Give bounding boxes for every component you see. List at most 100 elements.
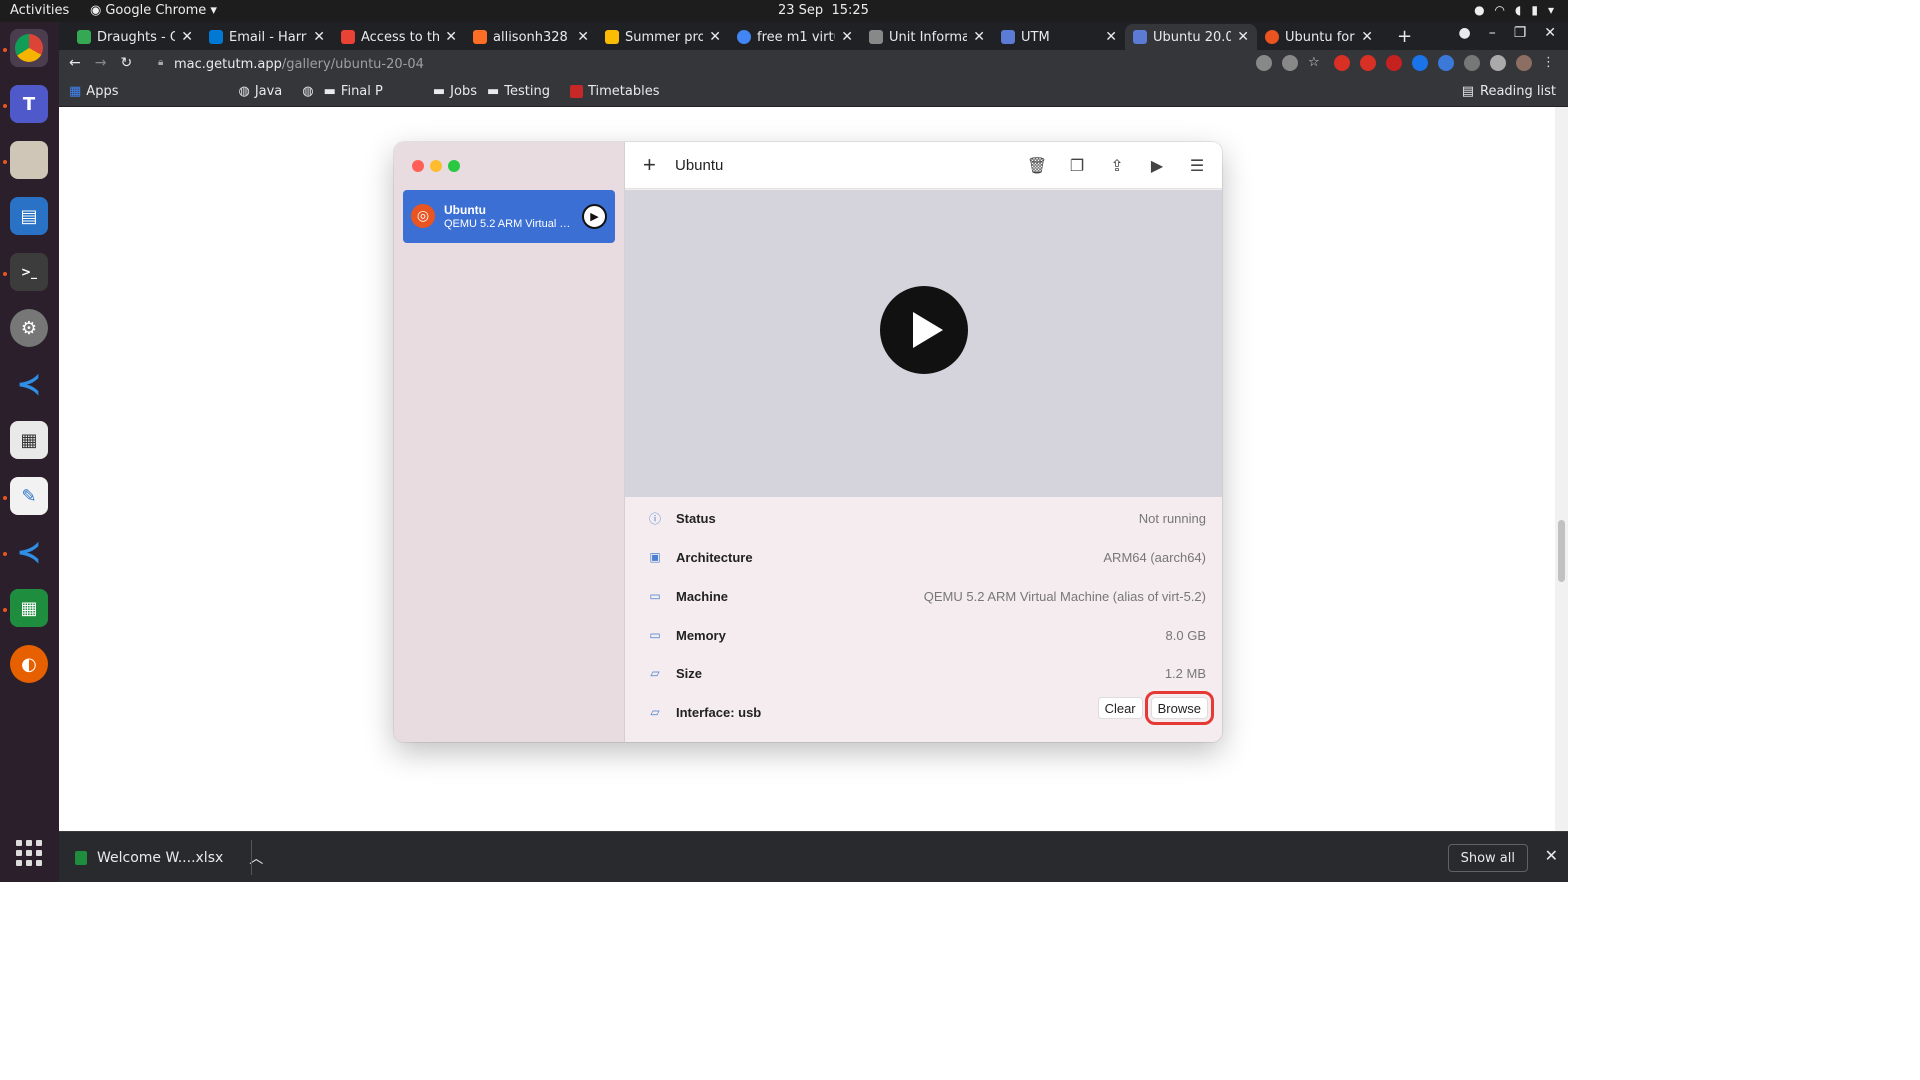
scrollbar-thumb[interactable]: [1558, 520, 1565, 582]
reload-icon[interactable]: ↻: [120, 55, 132, 71]
close-icon[interactable]: ✕: [313, 29, 325, 45]
tab-5[interactable]: free m1 virtua ✕: [729, 24, 861, 50]
close-icon[interactable]: ✕: [1237, 29, 1249, 45]
settings-icon[interactable]: ⚙: [10, 309, 48, 347]
close-window-icon[interactable]: [412, 160, 424, 172]
forward-icon[interactable]: →: [95, 55, 107, 71]
run-icon[interactable]: ▶: [1148, 155, 1166, 175]
reading-list-button[interactable]: ▤ Reading list: [1462, 84, 1556, 99]
vm-list-item-ubuntu[interactable]: ◎ Ubuntu QEMU 5.2 ARM Virtual M... ▶: [403, 190, 615, 243]
show-all-button[interactable]: Show all: [1447, 844, 1528, 872]
bookmark-timetables[interactable]: Timetables: [569, 84, 659, 99]
tab-9[interactable]: Ubuntu for AF ✕: [1257, 24, 1381, 50]
close-icon[interactable]: ✕: [1105, 29, 1117, 45]
clear-button[interactable]: Clear: [1097, 697, 1143, 719]
cast-icon[interactable]: [1256, 55, 1272, 71]
tab-8-active[interactable]: Ubuntu 20.04 ✕: [1125, 24, 1257, 50]
bookmark-jobs[interactable]: ▬ Jobs: [433, 84, 477, 99]
close-icon[interactable]: ✕: [1361, 29, 1373, 45]
teams-tray-icon[interactable]: ●: [1474, 3, 1484, 17]
download-item[interactable]: Welcome W....xlsx ︿: [75, 848, 263, 868]
maximize-icon[interactable]: ❐: [1514, 25, 1527, 41]
terminal-icon[interactable]: >_: [10, 253, 48, 291]
power-menu-icon[interactable]: ▾: [1548, 3, 1554, 17]
minimize-icon[interactable]: –: [1489, 25, 1496, 41]
files-icon[interactable]: [10, 141, 48, 179]
bookmark-testing[interactable]: ▬ Testing: [487, 84, 550, 99]
bookmark-label: Apps: [86, 84, 119, 99]
bookmark-star-icon[interactable]: ☆: [1308, 55, 1324, 71]
system-tray[interactable]: ● ◠ ◖ ▮ ▾: [1474, 3, 1554, 17]
bookmark-final-p[interactable]: ▬ Final P: [324, 84, 383, 99]
clock[interactable]: 23 Sep 15:25: [778, 3, 869, 18]
battery-icon[interactable]: ▮: [1531, 3, 1538, 17]
adblock-icon[interactable]: [1360, 55, 1376, 71]
app-menu[interactable]: ◉ Google Chrome ▾: [90, 3, 217, 18]
close-icon[interactable]: ✕: [1545, 846, 1558, 865]
share-icon[interactable]: ⇪: [1108, 155, 1126, 175]
page-scrollbar[interactable]: [1555, 107, 1568, 831]
tab-0[interactable]: Draughts - On ✕: [69, 24, 201, 50]
bookmark-java[interactable]: ◍ Java: [238, 84, 282, 99]
close-icon[interactable]: ✕: [841, 29, 853, 45]
tab-2[interactable]: Access to the ✕: [333, 24, 465, 50]
tab-7[interactable]: UTM ✕: [993, 24, 1125, 50]
bookmark-label: Jobs: [450, 84, 477, 99]
close-icon[interactable]: ✕: [445, 29, 457, 45]
detail-label: Machine: [676, 589, 729, 604]
extension-gray-icon[interactable]: [1464, 55, 1480, 71]
activities-button[interactable]: Activities: [10, 3, 69, 18]
clone-icon[interactable]: ❐: [1068, 155, 1086, 175]
tab-3[interactable]: allisonh328 / F ✕: [465, 24, 597, 50]
zoom-window-icon[interactable]: [448, 160, 460, 172]
detail-row-architecture: ▣ Architecture ARM64 (aarch64): [625, 539, 1222, 577]
clock-date: 23 Sep: [778, 3, 824, 18]
new-tab-button[interactable]: +: [1397, 26, 1412, 47]
close-icon[interactable]: ✕: [973, 29, 985, 45]
browse-button[interactable]: Browse: [1144, 691, 1215, 725]
drive-icon: [605, 30, 619, 44]
profile-avatar[interactable]: [1516, 55, 1532, 71]
app-menu-label: Google Chrome: [105, 3, 207, 18]
info-icon: ⓘ: [648, 511, 661, 526]
extension-blue-icon[interactable]: [1438, 55, 1454, 71]
settings-sliders-icon[interactable]: ☰: [1188, 155, 1206, 175]
back-icon[interactable]: ←: [69, 55, 81, 71]
shield-icon[interactable]: [1412, 55, 1428, 71]
bookmark-globe[interactable]: ◍: [302, 84, 313, 99]
vscode-icon-2[interactable]: ≺: [10, 533, 48, 571]
vscode-icon[interactable]: ≺: [10, 365, 48, 403]
address-bar[interactable]: 🔒︎ mac.getutm.app/gallery/ubuntu-20-04: [148, 52, 1328, 76]
close-icon[interactable]: ✕: [577, 29, 589, 45]
writer-icon[interactable]: ▤: [10, 197, 48, 235]
show-applications-icon[interactable]: [16, 840, 42, 866]
text-editor-icon[interactable]: ✎: [10, 477, 48, 515]
tab-search-icon[interactable]: ●: [1458, 25, 1470, 41]
document-viewer-icon[interactable]: ▦: [10, 421, 48, 459]
start-vm-button[interactable]: [880, 286, 968, 374]
trash-icon[interactable]: 🗑︎: [1027, 155, 1047, 175]
menu-kebab-icon[interactable]: ⋮: [1542, 55, 1558, 71]
lock-icon[interactable]: 🔒︎: [158, 57, 163, 68]
window-close-icon[interactable]: ✕: [1544, 25, 1556, 41]
play-icon[interactable]: ▶: [582, 204, 607, 229]
chrome-icon[interactable]: [10, 29, 48, 67]
qr-code-icon[interactable]: [1282, 55, 1298, 71]
firefox-icon[interactable]: ◐: [10, 645, 48, 683]
volume-icon[interactable]: ◖: [1515, 3, 1521, 17]
close-icon[interactable]: ✕: [709, 29, 721, 45]
add-vm-button[interactable]: +: [643, 152, 656, 178]
wifi-icon[interactable]: ◠: [1495, 3, 1505, 17]
ubuntu-icon: [1265, 30, 1279, 44]
bookmark-apps[interactable]: ▦ Apps: [69, 84, 118, 99]
tab-6[interactable]: Unit Informati ✕: [861, 24, 993, 50]
tab-1[interactable]: Email - Harry F ✕: [201, 24, 333, 50]
extensions-puzzle-icon[interactable]: [1490, 55, 1506, 71]
extension-stop-icon[interactable]: [1386, 55, 1402, 71]
minimize-window-icon[interactable]: [430, 160, 442, 172]
close-icon[interactable]: ✕: [181, 29, 193, 45]
tab-4[interactable]: Summer proje ✕: [597, 24, 729, 50]
calc-icon[interactable]: ▦: [10, 589, 48, 627]
teams-icon[interactable]: T: [10, 85, 48, 123]
extension-red-icon[interactable]: [1334, 55, 1350, 71]
